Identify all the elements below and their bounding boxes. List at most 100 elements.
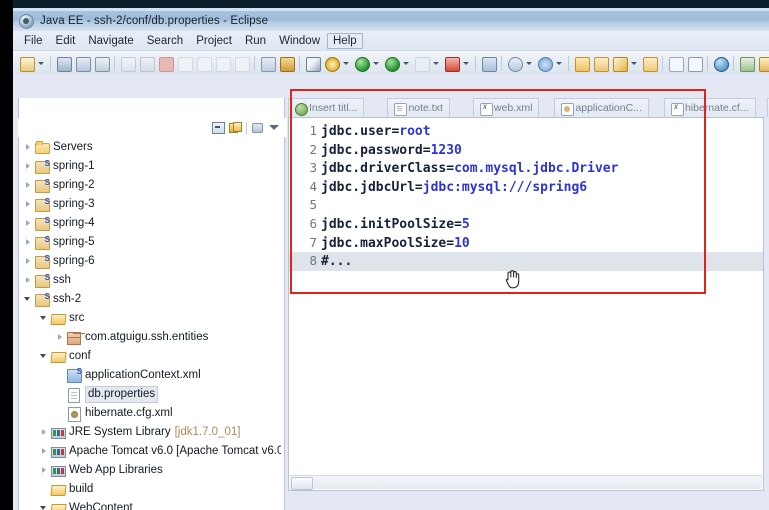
save-icon[interactable] [55,55,72,72]
tree-item-spring-4[interactable]: spring-4 [19,214,281,233]
tree-item-spring-5[interactable]: spring-5 [19,233,281,252]
run-icon[interactable] [353,55,370,72]
new-java-project-icon[interactable] [480,55,497,72]
chevron-right-icon[interactable] [23,138,34,157]
print-icon[interactable] [93,55,110,72]
quick-fix-icon[interactable] [611,55,628,72]
open-resource-icon[interactable] [641,55,658,72]
menu-run[interactable]: Run [239,33,272,49]
menu-project[interactable]: Project [190,33,238,49]
tree-item-db-properties[interactable]: db.properties [19,385,281,404]
open-folder-icon[interactable] [573,55,590,72]
menu-window[interactable]: Window [273,33,326,49]
coverage-icon[interactable] [413,55,430,72]
debug-perspective-icon[interactable] [278,55,295,72]
chevron-right-icon[interactable] [23,157,34,176]
collapse-all-icon[interactable] [212,121,225,134]
menu-file[interactable]: File [18,33,49,49]
suspend-icon[interactable] [138,55,155,72]
tree-item-apache-tomcat[interactable]: Apache Tomcat v6.0 [Apache Tomcat v6.0] [19,442,281,461]
chevron-right-icon[interactable] [23,233,34,252]
tree-item-web-app-libraries[interactable]: Web App Libraries [19,461,281,480]
editor-tab-hibernate-cfg[interactable]: hibernate.cf... [663,98,756,117]
tree-item-build[interactable]: build [19,480,281,499]
debug-icon[interactable] [383,55,400,72]
terminate-icon[interactable] [157,55,174,72]
external-tools-icon[interactable] [323,55,340,72]
chevron-right-icon[interactable] [23,252,34,271]
tree-item-hibernate-cfg-xml[interactable]: hibernate.cfg.xml [19,404,281,423]
run-dropdown-icon[interactable] [371,55,380,72]
editor-tab-application-context[interactable]: applicationC... [554,98,649,117]
tree-item-spring-2[interactable]: spring-2 [19,176,281,195]
tree-item-conf[interactable]: conf [19,347,281,366]
scrollbar-thumb[interactable] [291,477,313,490]
refresh-icon[interactable] [536,55,553,72]
menu-search[interactable]: Search [141,33,189,49]
external-tools-dropdown-icon[interactable] [341,55,350,72]
step-return-icon[interactable] [214,55,231,72]
refresh-dropdown-icon[interactable] [554,55,563,72]
tree-item-applicationcontext-xml[interactable]: applicationContext.xml [19,366,281,385]
menu-edit[interactable]: Edit [50,33,82,49]
tree-item-package[interactable]: com.atguigu.ssh.entities [19,328,281,347]
tree-item-src[interactable]: src [19,309,281,328]
editor-tab-label: Insert titl... [309,102,358,114]
chevron-down-icon[interactable] [39,347,50,366]
chevron-down-icon[interactable] [39,499,50,510]
drop-to-frame-icon[interactable] [233,55,250,72]
menu-help[interactable]: Help [327,32,363,49]
editor-text-area[interactable]: 1 jdbc.user= root 2 jdbc.password= 1230 … [288,117,764,491]
chevron-right-icon[interactable] [55,328,66,347]
chevron-right-icon[interactable] [23,195,34,214]
last-edit-icon[interactable] [667,55,684,72]
web-browser-icon[interactable] [712,55,729,72]
tree-item-spring-3[interactable]: spring-3 [19,195,281,214]
link-with-editor-icon[interactable] [229,121,242,134]
focus-on-active-task-icon[interactable] [251,121,264,134]
tree-item-ssh-2[interactable]: ssh-2 [19,290,281,309]
tree-item-spring-1[interactable]: spring-1 [19,157,281,176]
step-into-icon[interactable] [176,55,193,72]
open-type-icon[interactable] [592,55,609,72]
chevron-right-icon[interactable] [23,214,34,233]
chevron-right-icon[interactable] [39,461,50,480]
tree-item-webcontent[interactable]: WebContent [19,499,281,510]
editor-tab-label: applicationC... [575,102,642,114]
team-icon[interactable] [506,55,523,72]
save-all-icon[interactable] [74,55,91,72]
pilcrow-icon[interactable] [686,55,703,72]
resume-icon[interactable] [119,55,136,72]
profile-icon[interactable] [443,55,460,72]
coverage-dropdown-icon[interactable] [431,55,440,72]
console-toggle-icon[interactable] [259,55,276,72]
tree-item-servers[interactable]: Servers [19,138,281,157]
spring-xml-icon [66,367,82,383]
quick-fix-dropdown-icon[interactable] [629,55,638,72]
chevron-right-icon[interactable] [23,176,34,195]
view-menu-icon[interactable] [268,121,281,134]
editor-horizontal-scrollbar[interactable] [290,475,762,490]
team-dropdown-icon[interactable] [524,55,533,72]
chevron-down-icon[interactable] [23,290,34,309]
editor-tab-insert-title[interactable]: Insert titl... [288,98,365,117]
chevron-right-icon[interactable] [23,271,34,290]
menu-navigate[interactable]: Navigate [82,33,139,49]
tree-item-ssh[interactable]: ssh [19,271,281,290]
debug-dropdown-icon[interactable] [401,55,410,72]
tree-item-spring-6[interactable]: spring-6 [19,252,281,271]
profile-dropdown-icon[interactable] [461,55,470,72]
new-wizard-dropdown-icon[interactable] [36,55,45,72]
chevron-right-icon[interactable] [39,442,50,461]
pen-icon[interactable] [304,55,321,72]
chevron-right-icon[interactable] [39,423,50,442]
editor-tab-web-xml[interactable]: web.xml [472,98,540,117]
project-tree[interactable]: Servers spring-1 spring-2 spring-3 [19,138,281,510]
chevron-down-icon[interactable] [39,309,50,328]
previous-annotation-icon[interactable] [757,55,769,72]
step-over-icon[interactable] [195,55,212,72]
next-annotation-icon[interactable] [738,55,755,72]
editor-tab-note-txt[interactable]: note.txt [387,98,450,117]
new-wizard-icon[interactable] [18,55,35,72]
tree-item-jre-system-library[interactable]: JRE System Library [jdk1.7.0_01] [19,423,281,442]
